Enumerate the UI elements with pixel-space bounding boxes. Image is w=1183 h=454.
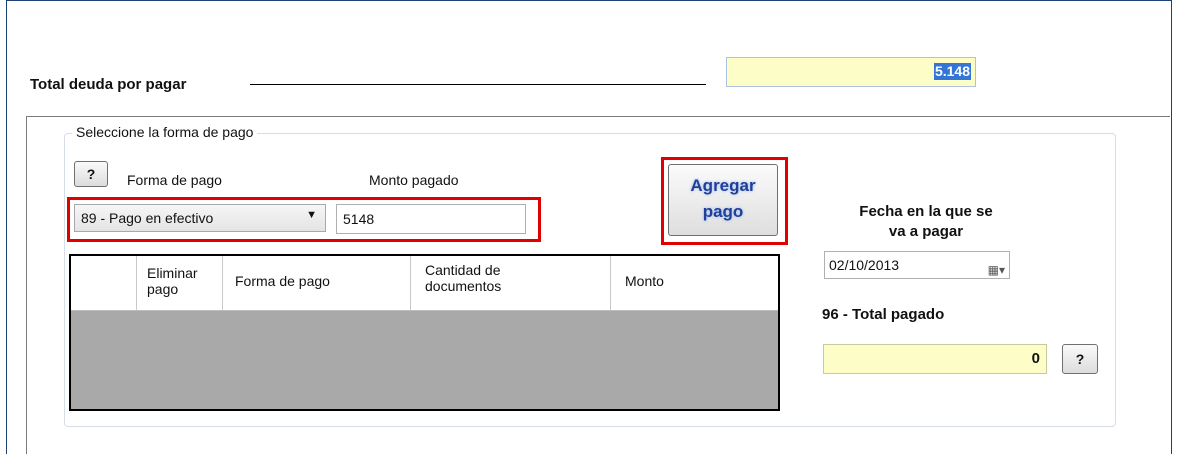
calendar-icon[interactable]: ▦▾ xyxy=(988,257,1005,283)
amount-paid-label: Monto pagado xyxy=(369,172,459,188)
column-payment-method[interactable]: Forma de pago xyxy=(223,256,411,310)
total-paid-label: 96 - Total pagado xyxy=(822,306,945,323)
payment-date-picker[interactable]: 02/10/2013 ▦▾ xyxy=(824,251,1010,279)
payments-table-header: Eliminar pago Forma de pago Cantidad de … xyxy=(71,256,778,311)
row-header-column xyxy=(71,256,137,310)
payment-method-selected: 89 - Pago en efectivo xyxy=(81,210,214,226)
payment-date-label: Fecha en la que se va a pagar xyxy=(826,202,1026,242)
column-amount-label: Monto xyxy=(625,273,664,289)
column-delete-payment-line2: pago xyxy=(147,281,179,297)
column-payment-method-label: Forma de pago xyxy=(235,273,330,289)
payment-date-label-line1: Fecha en la que se xyxy=(859,203,993,220)
column-document-count-line1: Cantidad de xyxy=(425,262,501,278)
column-amount[interactable]: Monto xyxy=(611,256,778,310)
total-paid-help-button[interactable]: ? xyxy=(1062,344,1098,374)
add-payment-button-line2: pago xyxy=(702,202,744,221)
total-debt-label: Total deuda por pagar xyxy=(30,76,187,93)
payments-table[interactable]: Eliminar pago Forma de pago Cantidad de … xyxy=(69,254,780,411)
amount-paid-input[interactable]: 5148 xyxy=(336,204,526,234)
total-debt-field[interactable]: 5.148 xyxy=(726,57,976,87)
chevron-down-icon: ▼ xyxy=(306,209,317,221)
column-delete-payment[interactable]: Eliminar pago xyxy=(137,256,223,310)
column-delete-payment-line1: Eliminar xyxy=(147,265,198,281)
payment-method-group-title: Seleccione la forma de pago xyxy=(72,124,258,140)
payment-date-label-line2: va a pagar xyxy=(888,223,964,240)
add-payment-button-line1: Agregar xyxy=(690,176,756,195)
total-debt-value: 5.148 xyxy=(933,63,971,80)
payment-date-value: 02/10/2013 xyxy=(829,257,900,273)
column-document-count-line2: documentos xyxy=(425,278,502,294)
add-payment-button[interactable]: Agregar pago xyxy=(668,164,778,236)
column-document-count[interactable]: Cantidad de documentos xyxy=(411,256,611,310)
payment-method-select[interactable]: 89 - Pago en efectivo ▼ xyxy=(74,204,326,232)
payment-method-label: Forma de pago xyxy=(127,172,222,188)
total-debt-leader-line xyxy=(250,84,706,85)
total-paid-field: 0 xyxy=(823,344,1047,374)
payment-help-button[interactable]: ? xyxy=(74,161,108,187)
